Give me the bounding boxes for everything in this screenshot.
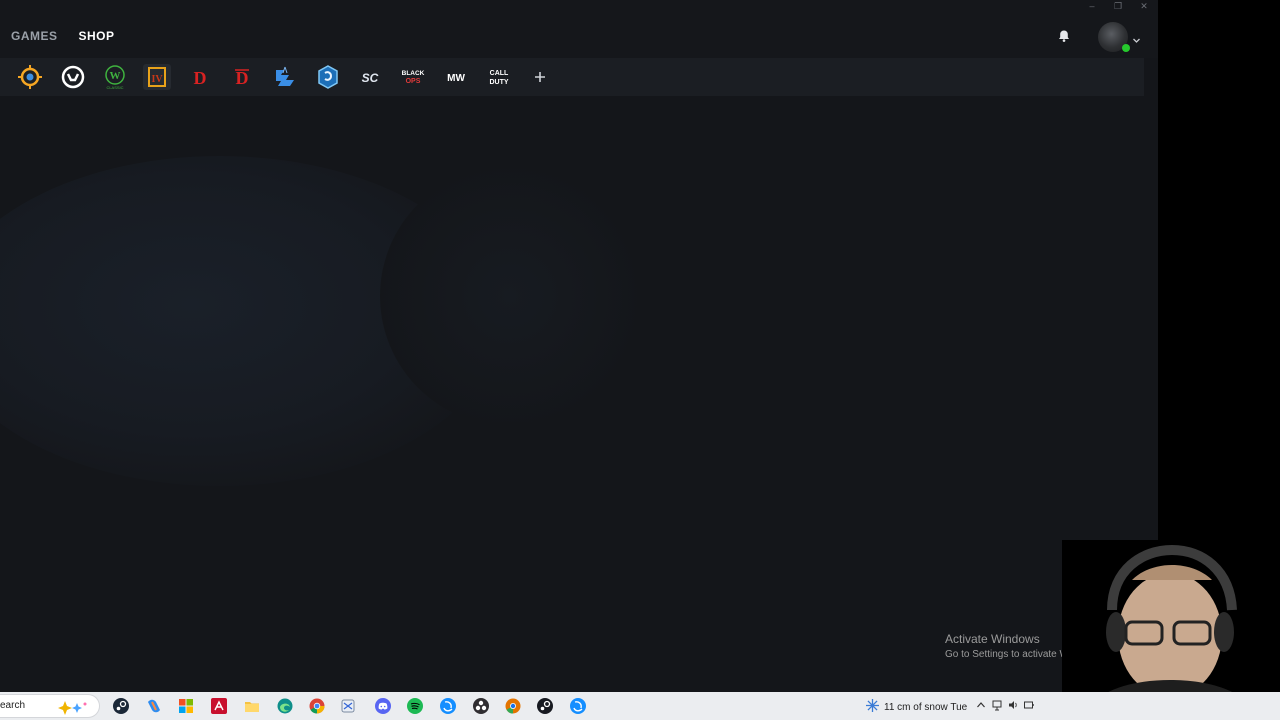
bell-icon[interactable] <box>1057 29 1071 43</box>
chevron-down-icon[interactable] <box>1132 32 1141 43</box>
weather-text: 11 cm of snow Tue <box>884 701 968 713</box>
copilot-icon[interactable] <box>146 698 162 714</box>
weather-widget[interactable]: 11 cm of snow Tue <box>866 699 967 715</box>
shop-content-area <box>0 96 1158 692</box>
battle-net-window: GAMES SHOP – ❐ ✕ W CLASSIC IV D D SC BLA… <box>0 0 1158 692</box>
system-tray <box>976 698 1034 711</box>
overwatch-icon[interactable] <box>59 64 87 90</box>
chrome-canary-icon[interactable] <box>505 698 521 714</box>
windows-taskbar: earch 11 cm of snow Tue <box>0 692 1280 720</box>
loading-background-glow <box>380 166 640 426</box>
network-icon[interactable] <box>992 698 1002 711</box>
diablo-ii-glyph: D <box>194 68 207 88</box>
black-ops-glyph: BLACK <box>402 70 425 77</box>
modern-warfare-glyph: MW <box>447 73 465 84</box>
call-of-duty-icon[interactable]: CALL DUTY <box>485 64 513 90</box>
game-shortcut-bar: W CLASSIC IV D D SC BLACK OPS MW CALL DU… <box>0 58 1144 96</box>
battle-net-icon-active[interactable] <box>570 698 586 714</box>
heroes-of-the-storm-icon[interactable] <box>314 64 342 90</box>
starcraft-remastered-icon[interactable]: SC <box>356 64 384 90</box>
diablo-iii-glyph: D <box>236 68 249 88</box>
close-icon[interactable]: ✕ <box>1138 1 1150 12</box>
call-of-duty-glyph: CALL <box>490 70 509 77</box>
nav-games[interactable]: GAMES <box>11 29 58 43</box>
obs-icon[interactable] <box>473 698 489 714</box>
chrome-icon[interactable] <box>309 698 325 714</box>
search-text: earch <box>0 700 26 711</box>
add-game-icon[interactable] <box>526 64 554 90</box>
diablo-iii-icon[interactable]: D <box>228 64 256 90</box>
modern-warfare-icon[interactable]: MW <box>442 64 470 90</box>
nav-shop[interactable]: SHOP <box>79 29 115 43</box>
main-nav: GAMES SHOP <box>11 29 115 43</box>
online-status-dot <box>1122 44 1130 52</box>
microsoft-store-icon[interactable] <box>178 698 194 714</box>
window-controls: – ❐ ✕ <box>1086 1 1150 12</box>
restore-icon[interactable]: ❐ <box>1112 1 1124 12</box>
chevron-up-icon[interactable] <box>976 698 986 710</box>
diablo-iv-icon[interactable]: IV <box>143 64 171 90</box>
hearthstone-icon[interactable] <box>16 64 44 90</box>
steam-icon[interactable] <box>113 698 129 714</box>
diablo-ii-icon[interactable]: D <box>186 64 214 90</box>
wow-classic-icon[interactable]: W CLASSIC <box>101 64 129 90</box>
snipping-tool-icon[interactable] <box>340 698 356 714</box>
battle-net-icon[interactable] <box>440 698 456 714</box>
starcraft-glyph: SC <box>362 71 379 85</box>
wow-classic-subtext: CLASSIC <box>106 85 123 90</box>
starcraft-ii-icon[interactable] <box>271 64 299 90</box>
copilot-sparkle-icon <box>55 699 91 715</box>
steam-icon-2[interactable] <box>537 698 553 714</box>
call-of-duty-subtext: DUTY <box>489 79 508 86</box>
diablo-iv-glyph: IV <box>151 74 163 85</box>
snowflake-icon <box>866 699 879 715</box>
discord-icon[interactable] <box>375 698 391 714</box>
black-ops-subtext: OPS <box>406 78 421 85</box>
adobe-acrobat-icon[interactable] <box>211 698 227 714</box>
volume-icon[interactable] <box>1008 698 1018 710</box>
minimize-icon[interactable]: – <box>1086 1 1098 12</box>
top-bar: GAMES SHOP – ❐ ✕ <box>0 0 1158 58</box>
file-explorer-icon[interactable] <box>244 698 260 714</box>
battery-icon[interactable] <box>1024 698 1034 710</box>
wow-classic-glyph: W <box>110 70 121 82</box>
taskbar-search[interactable]: earch <box>0 694 100 718</box>
black-ops-icon[interactable]: BLACK OPS <box>399 64 427 90</box>
spotify-icon[interactable] <box>407 698 423 714</box>
edge-icon[interactable] <box>277 698 293 714</box>
